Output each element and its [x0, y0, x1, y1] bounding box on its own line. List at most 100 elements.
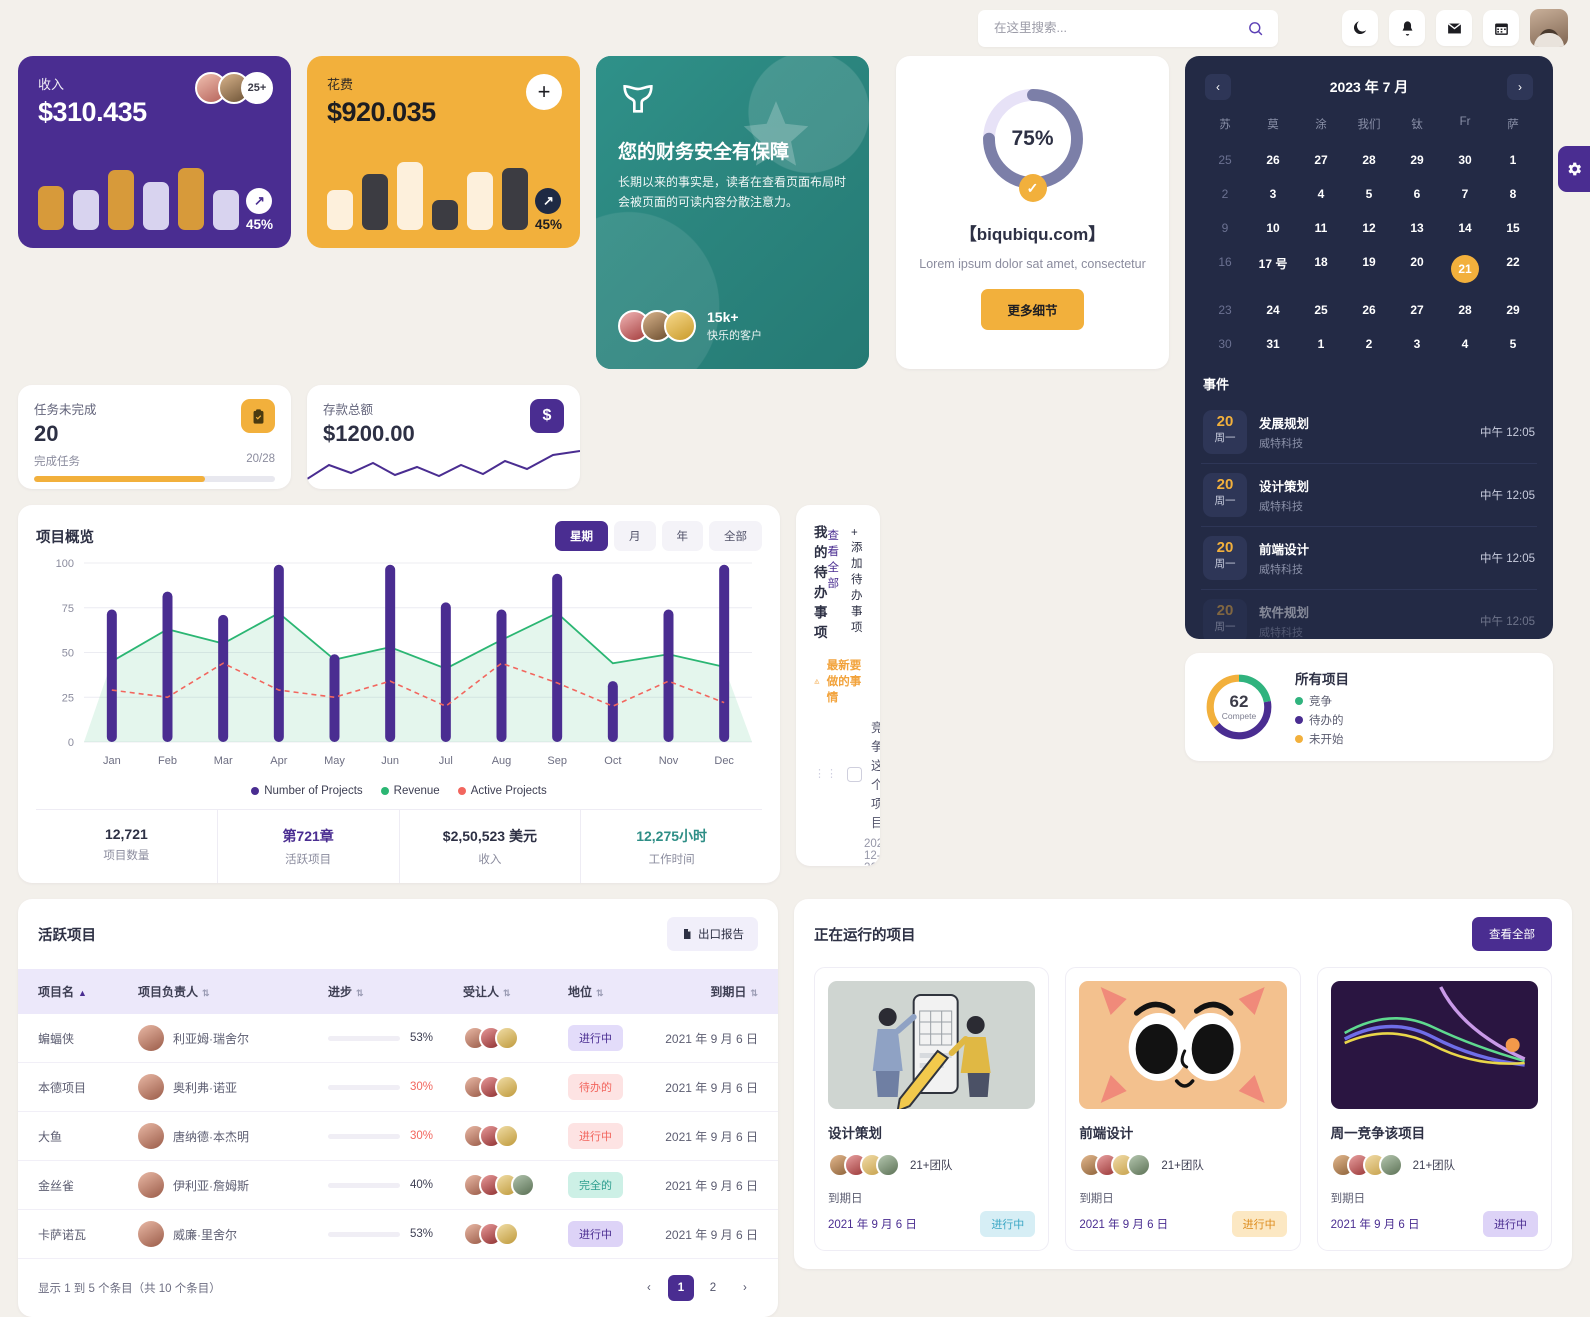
- page-prev-button[interactable]: ‹: [636, 1275, 662, 1301]
- calendar-day[interactable]: 30: [1441, 146, 1489, 174]
- calendar-day[interactable]: 3: [1249, 180, 1297, 208]
- calendar-day[interactable]: 1: [1489, 146, 1537, 174]
- calendar-next-button[interactable]: ›: [1507, 74, 1533, 100]
- table-row[interactable]: 蝙蝠侠利亚姆·瑞舍尔53%进行中2021 年 9 月 6 日: [18, 1014, 778, 1063]
- calendar-day[interactable]: 3: [1393, 330, 1441, 358]
- col-assignee[interactable]: 受让人⇅: [463, 969, 568, 1014]
- event-row[interactable]: 20周一发展规划威特科技中午 12:05: [1201, 401, 1537, 464]
- col-progress[interactable]: 进步⇅: [328, 969, 463, 1014]
- calendar-day[interactable]: 26: [1345, 296, 1393, 324]
- calendar-day[interactable]: 10: [1249, 214, 1297, 242]
- events-title: 事件: [1203, 374, 1535, 393]
- calendar-day[interactable]: 19: [1345, 248, 1393, 290]
- calendar-day[interactable]: 8: [1489, 180, 1537, 208]
- todo-add-link[interactable]: + 添加待办事项: [851, 527, 863, 635]
- drag-handle-icon[interactable]: ⋮⋮: [814, 770, 838, 779]
- calendar-day[interactable]: 23: [1201, 296, 1249, 324]
- calendar-day[interactable]: 20: [1393, 248, 1441, 290]
- calendar-day[interactable]: 12: [1345, 214, 1393, 242]
- calendar-day[interactable]: 9: [1201, 214, 1249, 242]
- table-row[interactable]: 金丝雀伊利亚·詹姆斯40%完全的2021 年 9 月 6 日: [18, 1161, 778, 1210]
- calendar-day[interactable]: 30: [1201, 330, 1249, 358]
- col-owner[interactable]: 项目负责人⇅: [138, 969, 328, 1014]
- calendar-dow: 涂: [1297, 112, 1345, 140]
- calendar-day[interactable]: 5: [1489, 330, 1537, 358]
- calendar-day[interactable]: 26: [1249, 146, 1297, 174]
- top-header: [0, 0, 1590, 56]
- calendar-day[interactable]: 14: [1441, 214, 1489, 242]
- page-2-button[interactable]: 2: [700, 1275, 726, 1301]
- todo-view-all-link[interactable]: 查看全部: [828, 527, 840, 635]
- bell-icon-button[interactable]: [1389, 10, 1425, 46]
- calendar-day[interactable]: 11: [1297, 214, 1345, 242]
- page-next-button[interactable]: ›: [732, 1275, 758, 1301]
- calendar-day[interactable]: 29: [1489, 296, 1537, 324]
- table-row[interactable]: 本德项目奥利弗·诺亚30%待办的2021 年 9 月 6 日: [18, 1063, 778, 1112]
- event-row[interactable]: 20周一设计策划威特科技中午 12:05: [1201, 464, 1537, 527]
- calendar-day[interactable]: 15: [1489, 214, 1537, 242]
- event-row[interactable]: 20周一软件规划威特科技中午 12:05: [1201, 590, 1537, 639]
- calendar-icon-button[interactable]: [1483, 10, 1519, 46]
- add-expense-button[interactable]: +: [526, 74, 562, 110]
- running-view-all-button[interactable]: 查看全部: [1472, 917, 1552, 951]
- calendar-day[interactable]: 17 号: [1249, 248, 1297, 290]
- overview-tab-all[interactable]: 全部: [709, 521, 762, 551]
- cell-progress: 30%: [328, 1063, 463, 1112]
- calendar-day[interactable]: 2: [1345, 330, 1393, 358]
- calendar-day[interactable]: 29: [1393, 146, 1441, 174]
- calendar-day[interactable]: 13: [1393, 214, 1441, 242]
- overview-tab-year[interactable]: 年: [662, 521, 704, 551]
- calendar-day[interactable]: 4: [1441, 330, 1489, 358]
- running-project-card[interactable]: 前端设计 21+团队 到期日 2021 年 9 月 6 日 进行中: [1065, 967, 1300, 1251]
- calendar-day[interactable]: 5: [1345, 180, 1393, 208]
- calendar-day[interactable]: 4: [1297, 180, 1345, 208]
- mail-icon: [1446, 20, 1463, 37]
- check-badge-icon: ✓: [1019, 174, 1047, 202]
- overview-tab-month[interactable]: 月: [614, 521, 656, 551]
- overview-tab-week[interactable]: 星期: [555, 521, 608, 551]
- running-project-card[interactable]: 设计策划 21+团队 到期日 2021 年 9 月 6 日 进行中: [814, 967, 1049, 1251]
- calendar-prev-button[interactable]: ‹: [1205, 74, 1231, 100]
- calendar-day[interactable]: 7: [1441, 180, 1489, 208]
- event-row[interactable]: 20周一前端设计威特科技中午 12:05: [1201, 527, 1537, 590]
- page-1-button[interactable]: 1: [668, 1275, 694, 1301]
- todo-checkbox[interactable]: [847, 767, 862, 782]
- calendar-day[interactable]: 25: [1201, 146, 1249, 174]
- calendar-day[interactable]: 18: [1297, 248, 1345, 290]
- calendar-day[interactable]: 24: [1249, 296, 1297, 324]
- col-due-date[interactable]: 到期日⇅: [658, 969, 778, 1014]
- running-project-card[interactable]: 周一竞争该项目 21+团队 到期日 2021 年 9 月 6 日 进行: [1317, 967, 1552, 1251]
- promo-card: 您的财务安全有保障 长期以来的事实是，读者在查看页面布局时会被页面的可读内容分散…: [596, 56, 869, 369]
- more-details-button[interactable]: 更多细节: [981, 289, 1083, 330]
- calendar-day[interactable]: 21: [1441, 248, 1489, 290]
- col-status[interactable]: 地位⇅: [568, 969, 658, 1014]
- calendar-day[interactable]: 27: [1297, 146, 1345, 174]
- export-report-button[interactable]: 出口报告: [667, 917, 758, 951]
- todo-item-row: ⋮⋮ 竞争这个项目 🗑 ✎: [814, 717, 862, 831]
- col-project-name[interactable]: 项目名▲: [18, 969, 138, 1014]
- event-time: 中午 12:05: [1480, 550, 1535, 566]
- calendar-day[interactable]: 31: [1249, 330, 1297, 358]
- calendar-day[interactable]: 27: [1393, 296, 1441, 324]
- calendar-day[interactable]: 2: [1201, 180, 1249, 208]
- calendar-day[interactable]: 16: [1201, 248, 1249, 290]
- calendar-day[interactable]: 25: [1297, 296, 1345, 324]
- event-name: 设计策划: [1259, 476, 1309, 495]
- team-avatars: [1331, 1153, 1403, 1177]
- settings-gear-button[interactable]: [1558, 146, 1590, 192]
- calendar-day[interactable]: 6: [1393, 180, 1441, 208]
- calendar-day[interactable]: 28: [1345, 146, 1393, 174]
- moon-icon-button[interactable]: [1342, 10, 1378, 46]
- user-avatar[interactable]: [1530, 9, 1568, 47]
- mail-icon-button[interactable]: [1436, 10, 1472, 46]
- project-footer: 2021 年 9 月 6 日 进行中: [828, 1211, 1035, 1237]
- table-row[interactable]: 大鱼唐纳德·本杰明30%进行中2021 年 9 月 6 日: [18, 1112, 778, 1161]
- cell-due-date: 2021 年 9 月 6 日: [658, 1161, 778, 1210]
- calendar-day[interactable]: 28: [1441, 296, 1489, 324]
- cell-progress: 53%: [328, 1210, 463, 1259]
- expense-mini-bars: [327, 158, 528, 230]
- calendar-day[interactable]: 1: [1297, 330, 1345, 358]
- calendar-day[interactable]: 22: [1489, 248, 1537, 290]
- search-input[interactable]: [978, 10, 1278, 47]
- table-row[interactable]: 卡萨诺瓦威廉·里舍尔53%进行中2021 年 9 月 6 日: [18, 1210, 778, 1259]
